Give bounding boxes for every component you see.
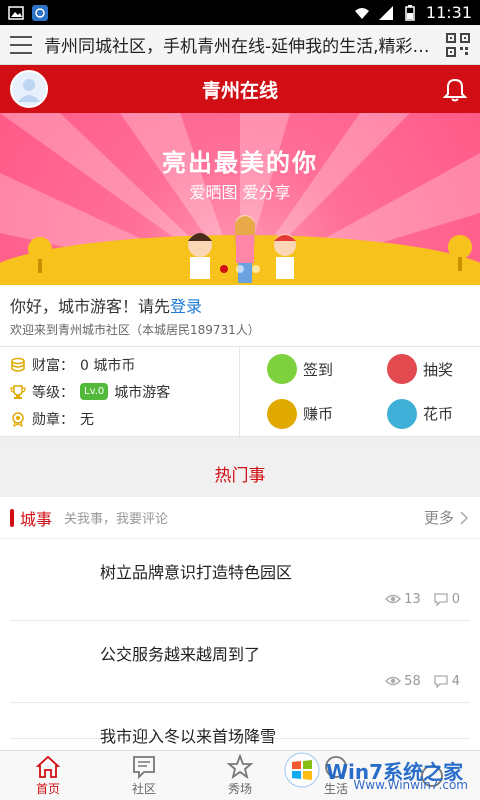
earn-coins-button[interactable]: 赚币	[240, 392, 360, 437]
action-grid: 签到 抽奖 赚币 花币	[240, 347, 480, 436]
chevron-right-icon	[460, 510, 469, 525]
wealth-value: 0 城市币	[80, 357, 136, 374]
views-value: 58	[404, 673, 421, 689]
menu-icon[interactable]	[10, 35, 32, 54]
wealth-label: 财富：	[32, 357, 74, 374]
action-label: 签到	[302, 360, 333, 379]
chat-icon	[133, 756, 155, 780]
nav-label: 首页	[35, 782, 60, 796]
lottery-icon	[386, 354, 417, 385]
carousel-dot[interactable]	[252, 265, 260, 273]
comments-count: 4	[433, 673, 460, 689]
spend-coins-button[interactable]: 花币	[360, 392, 480, 437]
medal-value: 无	[80, 411, 94, 428]
greeting-text: 你好，城市游客！请先	[10, 297, 171, 316]
news-meta: 58 4	[385, 673, 460, 689]
tab-description: 关我事，我要评论	[64, 512, 169, 527]
comments-count: 0	[433, 591, 460, 607]
views-count: 58	[385, 673, 421, 689]
news-item[interactable]: 我市迎入冬以来首场降雪	[10, 703, 470, 746]
welcome-note: 欢迎来到青州城市社区（本城居民189731人）	[10, 323, 260, 337]
app-title: 青州在线	[201, 79, 278, 102]
medal-row: 勋章： 无	[10, 409, 229, 429]
news-title: 公交服务越来越周到了	[100, 645, 261, 664]
greeting: 你好，城市游客！请先登录	[10, 293, 470, 317]
banner-subtext: 爱晒图 爱分享	[189, 183, 291, 202]
windows-logo-icon	[284, 752, 320, 788]
category-tab-row: 城事 关我事，我要评论 更多	[0, 497, 480, 539]
views-value: 13	[404, 591, 421, 607]
user-icon	[18, 79, 40, 102]
comments-value: 4	[451, 673, 460, 689]
star-icon	[227, 754, 253, 780]
views-count: 13	[385, 591, 421, 607]
watermark: Win7系统之家 Www.Winwin7.com	[284, 748, 474, 792]
banner-characters	[188, 215, 296, 283]
status-time: 11:31	[425, 3, 472, 22]
medal-label: 勋章：	[32, 411, 74, 428]
level-label: 等级：	[32, 384, 74, 401]
carousel-dot[interactable]	[236, 265, 244, 273]
avatar[interactable]	[10, 70, 48, 108]
section-gap	[0, 437, 480, 449]
action-label: 赚币	[302, 405, 333, 424]
comments-value: 0	[451, 591, 460, 607]
news-item[interactable]: 公交服务越来越周到了 58 4	[10, 621, 470, 703]
trophy-icon	[10, 384, 26, 399]
news-item[interactable]: 树立品牌意识打造特色园区 13 0	[10, 539, 470, 621]
image-icon	[8, 5, 24, 20]
status-bar: 11:31	[0, 0, 480, 25]
eye-icon	[385, 676, 402, 686]
medal-icon	[12, 411, 24, 427]
nav-showcase[interactable]: 秀场	[192, 751, 288, 800]
bell-icon[interactable]	[440, 74, 470, 104]
action-label: 花币	[422, 405, 453, 424]
app-header: 青州在线	[0, 65, 480, 113]
eye-icon	[385, 594, 402, 604]
news-meta: 13 0	[385, 591, 460, 607]
tab-indicator	[10, 508, 14, 527]
nav-home[interactable]: 首页	[0, 751, 96, 800]
page-title[interactable]: 青州同城社区，手机青州在线-延伸我的生活,精彩我...	[44, 32, 436, 57]
checkin-button[interactable]: 签到	[240, 347, 360, 392]
comment-icon	[434, 675, 448, 689]
news-list: 树立品牌意识打造特色园区 13 0 公交服务越来越周到了 58 4 我市迎入冬以…	[0, 539, 480, 746]
level-name: 城市游客	[114, 384, 171, 401]
more-label: 更多	[423, 509, 454, 527]
home-icon	[35, 755, 61, 778]
promo-banner[interactable]: 亮出最美的你 爱晒图 爱分享	[0, 113, 480, 285]
nav-community[interactable]: 社区	[96, 751, 192, 800]
action-label: 抽奖	[422, 360, 453, 379]
app-icon	[32, 4, 48, 21]
carousel-dot[interactable]	[220, 265, 228, 273]
browser-bar: 青州同城社区，手机青州在线-延伸我的生活,精彩我...	[0, 25, 480, 65]
level-badge: Lv.0	[80, 383, 109, 400]
news-title: 树立品牌意识打造特色园区	[100, 563, 293, 582]
nav-label: 社区	[131, 782, 156, 796]
hot-section-title: 热门事	[0, 449, 480, 497]
welcome-section: 你好，城市游客！请先登录 欢迎来到青州城市社区（本城居民189731人）	[0, 285, 480, 347]
more-link[interactable]: 更多	[424, 507, 470, 528]
comment-icon	[434, 593, 448, 607]
nav-label: 秀场	[227, 782, 252, 796]
watermark-site: Www.Winwin7.com	[353, 778, 468, 792]
earn-coins-icon	[266, 398, 297, 429]
lottery-button[interactable]: 抽奖	[360, 347, 480, 392]
news-title: 我市迎入冬以来首场降雪	[100, 727, 277, 746]
banner-headline: 亮出最美的你	[162, 149, 318, 177]
login-link[interactable]: 登录	[170, 297, 202, 316]
wealth-row: 财富： 0 城市币	[10, 355, 229, 375]
carousel-dots	[0, 265, 480, 273]
checkin-icon	[266, 354, 297, 385]
qr-code-icon[interactable]	[446, 32, 470, 57]
battery-icon	[405, 4, 415, 21]
level-row: 等级： Lv.0 城市游客	[10, 382, 229, 402]
signal-icon	[378, 5, 393, 20]
tab-city-news[interactable]: 城事	[20, 506, 52, 530]
wifi-icon	[354, 7, 369, 19]
coins-icon	[11, 357, 25, 372]
spend-coins-icon	[386, 398, 417, 429]
user-stats: 财富： 0 城市币 等级： Lv.0 城市游客 勋章： 无 签到 抽奖 赚币 花…	[0, 347, 480, 437]
